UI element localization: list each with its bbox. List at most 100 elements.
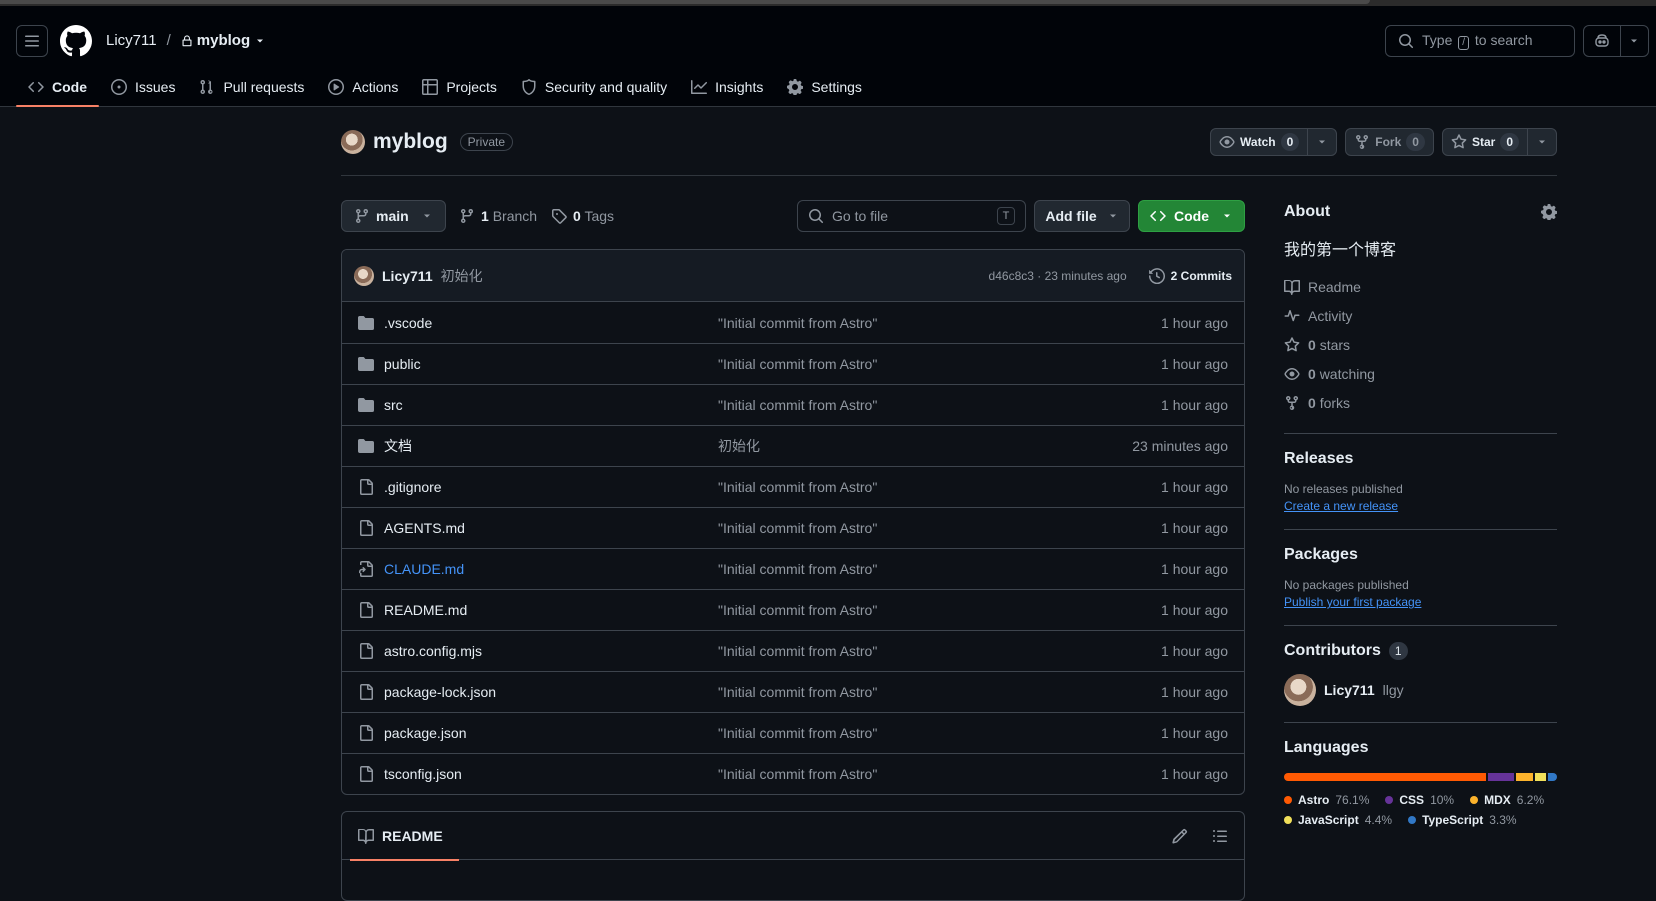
file-name[interactable]: tsconfig.json (384, 766, 718, 782)
readme-tab[interactable]: README (350, 812, 459, 861)
file-commit-message[interactable]: "Initial commit from Astro" (718, 397, 1161, 413)
create-release-link[interactable]: Create a new release (1284, 499, 1557, 513)
language-bar-segment[interactable] (1487, 773, 1515, 781)
forks-link[interactable]: 0 forks (1284, 388, 1557, 417)
file-commit-message[interactable]: 初始化 (718, 436, 1132, 456)
commits-link[interactable]: 2 Commits (1148, 267, 1232, 284)
language-item[interactable]: MDX 6.2% (1470, 793, 1544, 807)
file-name[interactable]: .gitignore (384, 479, 718, 495)
commit-message[interactable]: 初始化 (441, 266, 483, 286)
copilot-button[interactable] (1584, 26, 1621, 56)
file-row[interactable]: CLAUDE.md "Initial commit from Astro" 1 ho… (342, 548, 1244, 589)
file-name[interactable]: CLAUDE.md (384, 561, 718, 577)
file-commit-message[interactable]: "Initial commit from Astro" (718, 561, 1161, 577)
tab-projects[interactable]: Projects (410, 68, 509, 106)
tab-actions[interactable]: Actions (316, 68, 410, 106)
language-bar-segment[interactable] (1534, 773, 1547, 781)
contributors-heading[interactable]: Contributors 1 (1284, 642, 1557, 660)
file-row[interactable]: .vscode "Initial commit from Astro" 1 hour… (342, 302, 1244, 343)
branch-selector[interactable]: main (341, 200, 446, 232)
file-name[interactable]: src (384, 397, 718, 413)
packages-title[interactable]: Packages (1284, 546, 1557, 564)
language-bar-segment[interactable] (1548, 773, 1557, 781)
file-row[interactable]: .gitignore "Initial commit from Astro" 1 h… (342, 466, 1244, 507)
file-name[interactable]: public (384, 356, 718, 372)
add-file-button[interactable]: Add file (1034, 200, 1130, 232)
outline-list-icon[interactable] (1212, 828, 1228, 844)
file-row[interactable]: public "Initial commit from Astro" 1 hour … (342, 343, 1244, 384)
file-row[interactable]: tsconfig.json "Initial commit from Astro"… (342, 753, 1244, 794)
file-name[interactable]: AGENTS.md (384, 520, 718, 536)
pencil-icon[interactable] (1172, 828, 1188, 844)
language-percent: 4.4% (1364, 813, 1393, 827)
tab-label: Issues (135, 79, 176, 95)
repo-title: myblog Private (341, 130, 514, 154)
file-commit-message[interactable]: "Initial commit from Astro" (718, 356, 1161, 372)
activity-link[interactable]: Activity (1284, 301, 1557, 330)
menu-button[interactable] (16, 25, 48, 57)
contributor-item[interactable]: Licy711 llgy (1284, 674, 1557, 706)
star-button[interactable]: Star 0 (1441, 128, 1557, 156)
publish-package-link[interactable]: Publish your first package (1284, 595, 1557, 609)
commit-sha-time[interactable]: d46c8c3 · 23 minutes ago (989, 269, 1127, 283)
file-name[interactable]: 文档 (384, 436, 718, 456)
file-commit-message[interactable]: "Initial commit from Astro" (718, 520, 1161, 536)
releases-title[interactable]: Releases (1284, 450, 1557, 468)
watch-button[interactable]: Watch 0 (1210, 128, 1338, 156)
file-name[interactable]: package-lock.json (384, 684, 718, 700)
code-clone-button[interactable]: Code (1138, 200, 1245, 232)
tab-insights[interactable]: Insights (679, 68, 775, 106)
file-commit-message[interactable]: "Initial commit from Astro" (718, 725, 1161, 741)
file-commit-message[interactable]: "Initial commit from Astro" (718, 766, 1161, 782)
branch-icon (356, 208, 368, 224)
file-name[interactable]: astro.config.mjs (384, 643, 718, 659)
fork-button[interactable]: Fork 0 (1345, 128, 1434, 156)
file-commit-message[interactable]: "Initial commit from Astro" (718, 684, 1161, 700)
gear-icon[interactable] (1541, 204, 1557, 220)
branches-link[interactable]: 1 Branch (459, 208, 537, 224)
file-row[interactable]: AGENTS.md "Initial commit from Astro" 1 ho… (342, 507, 1244, 548)
file-row[interactable]: package-lock.json "Initial commit from As… (342, 671, 1244, 712)
watching-link[interactable]: 0 watching (1284, 359, 1557, 388)
file-commit-message[interactable]: "Initial commit from Astro" (718, 315, 1161, 331)
copilot-menu-button[interactable] (1621, 26, 1648, 56)
file-name[interactable]: README.md (384, 602, 718, 618)
file-row[interactable]: src "Initial commit from Astro" 1 hour ago (342, 384, 1244, 425)
language-name: CSS (1399, 793, 1425, 807)
owner-link[interactable]: Licy711 (106, 32, 157, 49)
language-item[interactable]: CSS 10% (1385, 793, 1454, 807)
commit-author-avatar[interactable] (354, 265, 374, 286)
language-item[interactable]: TypeScript 3.3% (1408, 813, 1517, 827)
file-row[interactable]: package.json "Initial commit from Astro" 1… (342, 712, 1244, 753)
about-sidebar: About 我的第一个博客 Readme Activity 0 stars 0 … (1284, 200, 1557, 827)
file-row[interactable]: README.md "Initial commit from Astro" 1 ho… (342, 589, 1244, 630)
language-bar-segment[interactable] (1516, 773, 1533, 781)
repo-link[interactable]: myblog (181, 32, 266, 49)
global-search-input[interactable]: Type / to search (1385, 25, 1575, 57)
file-name[interactable]: package.json (384, 725, 718, 741)
language-bar-segment[interactable] (1284, 773, 1486, 781)
tags-link[interactable]: 0 Tags (551, 208, 614, 224)
tab-code[interactable]: Code (16, 68, 99, 107)
file-commit-message[interactable]: "Initial commit from Astro" (718, 479, 1161, 495)
file-commit-message[interactable]: "Initial commit from Astro" (718, 643, 1161, 659)
tab-pull-requests[interactable]: Pull requests (187, 68, 316, 106)
github-logo-icon[interactable] (60, 25, 92, 57)
file-name[interactable]: .vscode (384, 315, 718, 331)
tab-issues[interactable]: Issues (99, 68, 187, 106)
tab-settings[interactable]: Settings (775, 68, 874, 106)
stars-link[interactable]: 0 stars (1284, 330, 1557, 359)
table-icon (422, 79, 439, 95)
file-commit-message[interactable]: "Initial commit from Astro" (718, 602, 1161, 618)
language-item[interactable]: Astro 76.1% (1284, 793, 1369, 807)
owner-avatar[interactable] (341, 130, 365, 154)
go-to-file-input[interactable]: Go to file T (797, 200, 1026, 232)
file-row[interactable]: 文档 初始化 23 minutes ago (342, 425, 1244, 466)
repo-title-name[interactable]: myblog (373, 130, 448, 154)
readme-link[interactable]: Readme (1284, 272, 1557, 301)
languages-list: Astro 76.1% CSS 10% MDX 6.2% JavaScript 4.4% Typ… (1284, 793, 1557, 827)
language-item[interactable]: JavaScript 4.4% (1284, 813, 1392, 827)
commit-author[interactable]: Licy711 (382, 268, 433, 284)
tab-security[interactable]: Security and quality (509, 68, 679, 106)
file-row[interactable]: astro.config.mjs "Initial commit from Ast… (342, 630, 1244, 671)
